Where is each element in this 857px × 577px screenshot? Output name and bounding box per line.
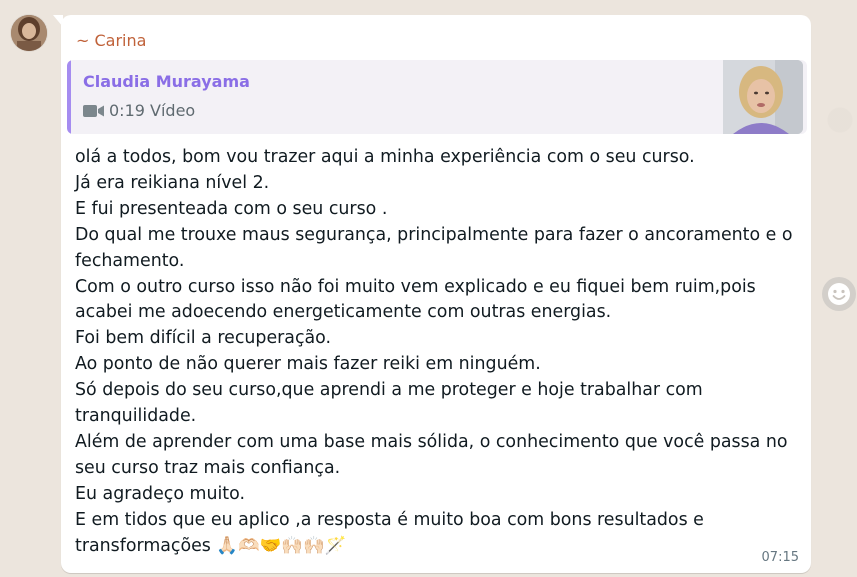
quoted-message[interactable]: Claudia Murayama 0:19 Vídeo: [67, 60, 807, 134]
sender-avatar[interactable]: [11, 15, 47, 51]
message-bubble[interactable]: ~ Carina Claudia Murayama 0:19 Vídeo olá…: [61, 15, 811, 573]
sender-name[interactable]: ~ Carina: [76, 31, 146, 50]
message-line: tranquilidade.: [75, 406, 197, 427]
message-line: olá a todos, bom vou trazer aqui a minha…: [75, 147, 695, 167]
quoted-author: Claudia Murayama: [83, 72, 250, 91]
message-line: transformações 🙏🏻🫶🏻🤝🙌🏻🙌🏻🪄: [75, 535, 347, 556]
message-line: fechamento.: [75, 250, 185, 271]
message-line: seu curso traz mais confiança.: [75, 457, 341, 478]
message-line: Foi bem difícil a recuperação.: [75, 328, 332, 349]
message-line: Ao ponto de não querer mais fazer reiki …: [75, 354, 541, 375]
avatar-photo: [11, 15, 47, 51]
message-text: olá a todos, bom vou trazer aqui a minha…: [75, 145, 795, 560]
message-line: Com o outro curso isso não foi muito vem…: [75, 276, 756, 297]
message-line: acabei me adoecendo energeticamente com …: [75, 302, 612, 323]
react-emoji-button[interactable]: [822, 277, 856, 311]
message-line: Além de aprender com uma base mais sólid…: [75, 431, 788, 452]
message-line: E fui presenteada com o seu curso .: [75, 198, 388, 219]
message-line: Eu agradeço muito.: [75, 483, 245, 504]
message-timestamp: 07:15: [761, 550, 799, 565]
message-line: E em tidos que eu aplico ,a resposta é m…: [75, 509, 704, 530]
smiley-icon: [828, 283, 850, 305]
message-line: Do qual me trouxe maus segurança, princi…: [75, 224, 793, 245]
quoted-media-info: 0:19 Vídeo: [83, 101, 195, 120]
quoted-video-thumbnail[interactable]: [723, 60, 803, 134]
quote-accent-bar: [67, 60, 71, 134]
message-line: Só depois do seu curso,que aprendi a me …: [75, 380, 703, 401]
video-icon: [83, 104, 104, 117]
video-thumbnail-image: [723, 60, 803, 134]
message-line: Já era reikiana nível 2.: [75, 172, 270, 193]
quoted-media-label: 0:19 Vídeo: [109, 101, 196, 120]
